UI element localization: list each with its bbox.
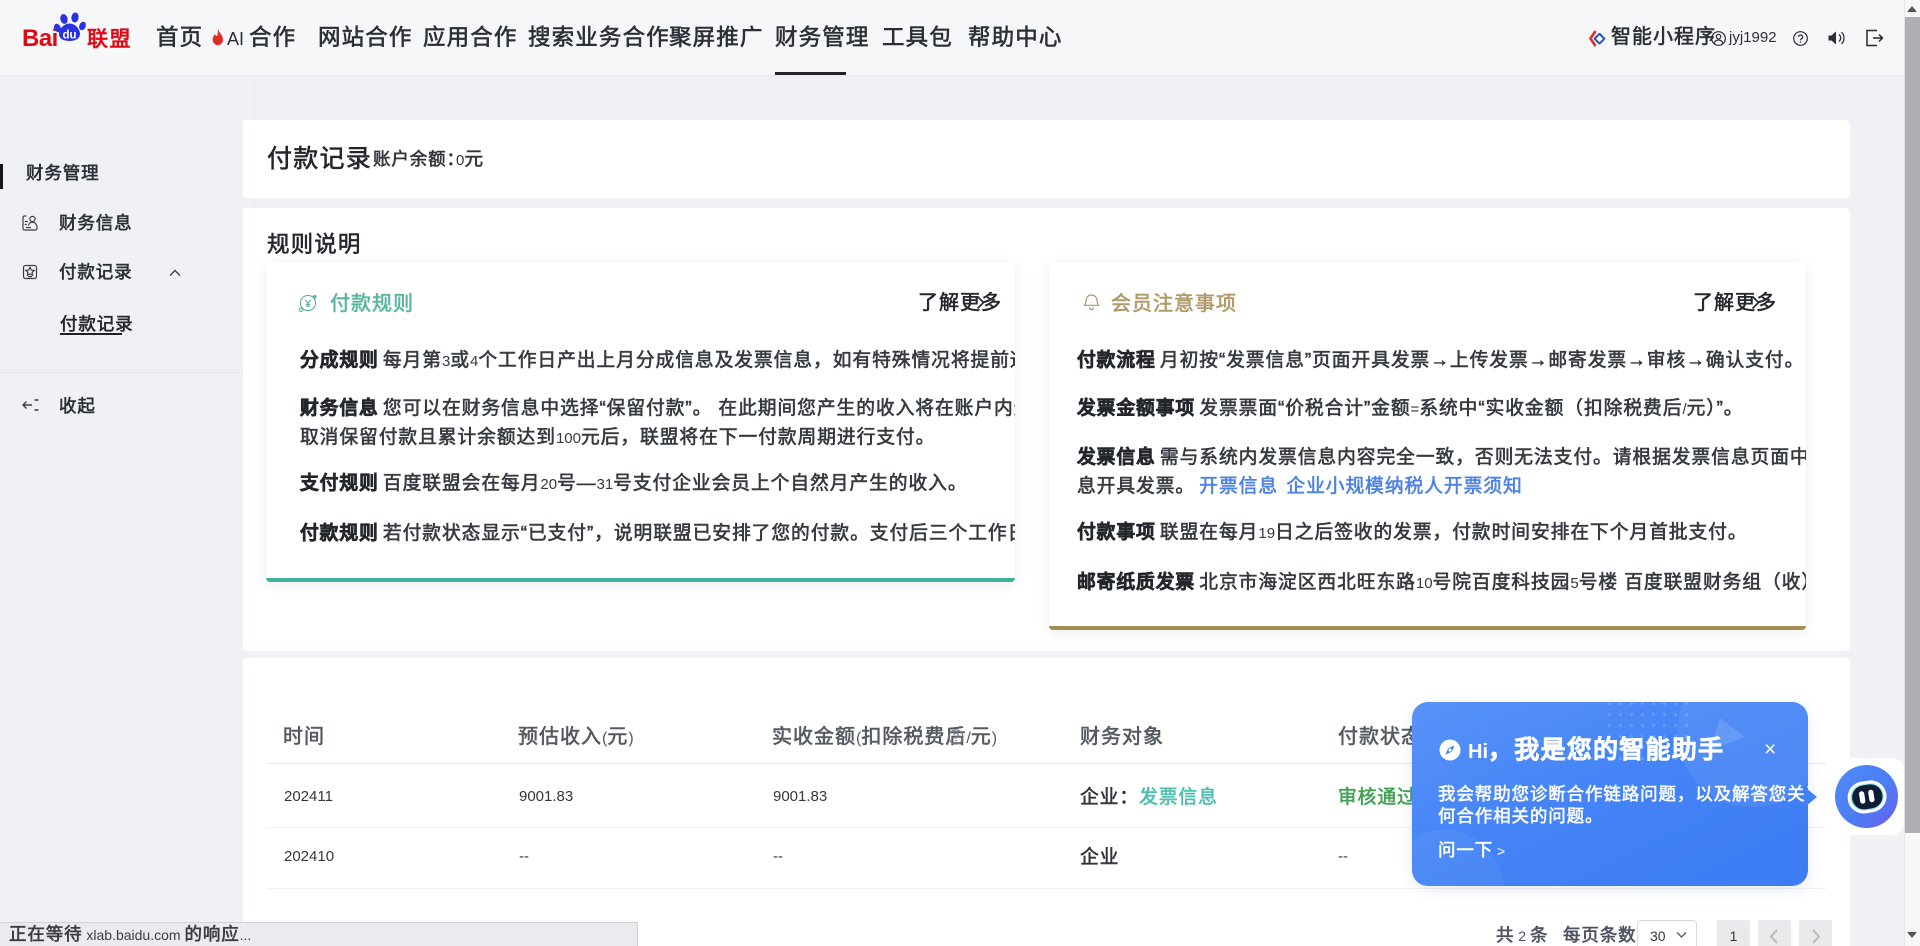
svg-text:du: du bbox=[63, 30, 77, 42]
svg-text:联盟: 联盟 bbox=[87, 28, 132, 51]
svg-text:Bai: Bai bbox=[22, 25, 58, 52]
